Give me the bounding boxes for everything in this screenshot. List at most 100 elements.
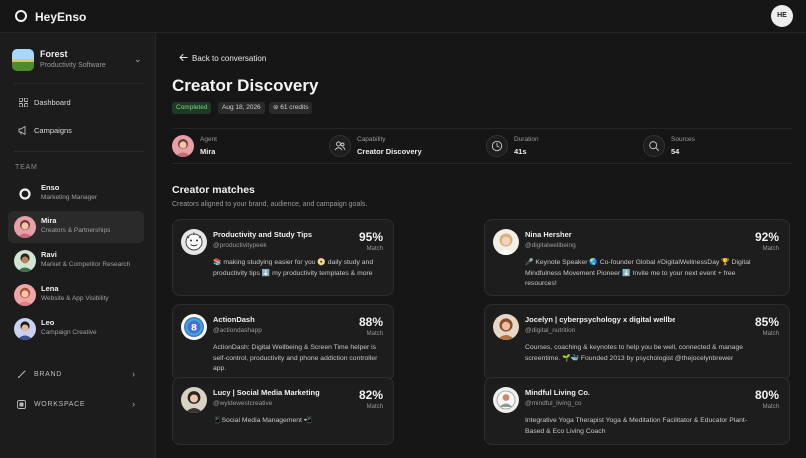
nav-label: Dashboard [34, 98, 71, 107]
meta-label: Sources [671, 136, 695, 143]
meta-label: Capability [357, 136, 386, 143]
chevron-right-icon: › [132, 399, 135, 409]
brand-group-label: BRAND [34, 371, 63, 378]
workspace-logo [12, 49, 34, 71]
match-label: Match [762, 404, 779, 410]
status-badge: Completed [172, 102, 212, 114]
creator-handle: @actiondashapp [213, 327, 262, 334]
team-member-name: Enso [41, 183, 60, 192]
credits-badge: ⊜ 61 credits [269, 102, 313, 114]
creator-description: 📱Social Media Management 📲 [213, 417, 313, 424]
ravi-avatar [14, 250, 36, 272]
nav-campaigns[interactable]: Campaigns [8, 121, 148, 143]
creator-avatar [493, 314, 519, 340]
match-percent: 88% [358, 315, 383, 329]
nav-dashboard[interactable]: Dashboard [8, 93, 148, 115]
creator-avatar: 8 [181, 314, 207, 340]
team-member-name: Lena [41, 284, 59, 293]
creator-card[interactable]: Lucy | Social Media Marketing @wyldewest… [172, 377, 394, 445]
sidebar: Forest Productivity Software ⌄ Dashboard… [0, 33, 156, 458]
meta-value: 41s [514, 147, 527, 156]
team-member-name: Leo [41, 318, 55, 327]
creator-handle: @digital_nutrition [525, 327, 576, 334]
creator-avatar [181, 229, 207, 255]
creator-description: Courses, coaching & keynotes to help you… [525, 344, 744, 362]
creator-handle: @digitalwellbeing [525, 242, 576, 249]
svg-text:8: 8 [191, 324, 197, 334]
creator-name: Mindful Living Co. [525, 388, 590, 397]
meta-value: Mira [200, 147, 216, 156]
creator-card[interactable]: 8 ActionDash @actiondashapp 88% Match Ac… [172, 304, 394, 381]
team-member-lena[interactable]: Lena Website & App Visibility [8, 279, 144, 311]
team-member-enso[interactable]: Enso Marketing Manager [8, 178, 144, 210]
top-bar: HeyEnso HE [0, 0, 806, 33]
workspace-switcher[interactable]: Forest Productivity Software ⌄ [8, 43, 148, 79]
credits-text: 61 credits [280, 104, 309, 111]
match-percent: 85% [754, 315, 779, 329]
creator-handle: @productivitypeek [213, 242, 267, 249]
mira-avatar [14, 216, 36, 238]
chevron-down-icon: ⌄ [134, 54, 142, 64]
workspace-group-toggle[interactable]: WORKSPACE › [8, 394, 148, 416]
user-avatar[interactable]: HE [771, 5, 793, 27]
creator-card[interactable]: Nina Hersher @digitalwellbeing 92% Match… [484, 219, 790, 296]
workspace-subtitle: Productivity Software [40, 62, 106, 69]
workspace-icon [17, 400, 26, 411]
team-member-role: Campaign Creative [41, 329, 97, 336]
match-percent: 80% [754, 388, 779, 402]
section-subtitle: Creators aligned to your brand, audience… [172, 201, 368, 208]
creator-description: 🎤 Keynote Speaker 🌏 Co-founder Global #D… [525, 259, 751, 287]
grid-icon [18, 97, 28, 108]
back-to-conversation-link[interactable]: Back to conversation [192, 54, 266, 63]
arrow-left-icon[interactable] [179, 53, 188, 64]
section-title: Creator matches [172, 184, 255, 196]
creator-handle: @wyldewestcreative [213, 400, 273, 407]
match-percent: 95% [358, 230, 383, 244]
brand-group-toggle[interactable]: BRAND › [8, 364, 148, 386]
team-member-leo[interactable]: Leo Campaign Creative [8, 313, 144, 345]
leo-avatar [14, 318, 36, 340]
creator-handle: @mindful_living_co [525, 400, 582, 407]
creator-description: Integrative Yoga Therapist Yoga & Medita… [525, 417, 748, 435]
meta-value: Creator Discovery [357, 147, 422, 156]
team-member-role: Marketing Manager [41, 194, 97, 201]
team-member-role: Market & Competitor Research [41, 261, 131, 268]
page-title: Creator Discovery [172, 76, 319, 95]
creator-avatar [181, 387, 207, 413]
app-logo-icon[interactable] [15, 10, 27, 22]
match-percent: 92% [754, 230, 779, 244]
brush-icon [17, 370, 26, 381]
creator-name: ActionDash [213, 315, 255, 324]
meta-label: Duration [514, 136, 539, 143]
match-label: Match [366, 404, 383, 410]
main-content: Back to conversation Creator Discovery C… [157, 33, 806, 458]
run-meta-row: Agent Mira Capability Creator Discovery … [172, 128, 792, 164]
team-member-role: Website & App Visibility [41, 295, 109, 302]
team-member-mira[interactable]: Mira Creators & Partnerships [8, 211, 144, 243]
match-percent: 82% [358, 388, 383, 402]
lena-avatar [14, 284, 36, 306]
mira-avatar [172, 135, 194, 157]
creator-name: Productivity and Study Tips [213, 230, 313, 239]
team-member-ravi[interactable]: Ravi Market & Competitor Research [8, 245, 144, 277]
divider [14, 151, 144, 152]
people-icon [329, 135, 351, 157]
creator-avatar [493, 387, 519, 413]
megaphone-icon [18, 126, 28, 136]
team-member-role: Creators & Partnerships [41, 227, 111, 234]
search-icon [643, 135, 665, 157]
match-label: Match [366, 246, 383, 252]
match-label: Match [762, 331, 779, 337]
creator-card[interactable]: Jocelyn | cyberpsychology x digital well… [484, 304, 790, 381]
creator-description: 📚 making studying easier for you 📀 daily… [213, 259, 374, 277]
creator-card[interactable]: Productivity and Study Tips @productivit… [172, 219, 394, 296]
creator-avatar [493, 229, 519, 255]
meta-value: 54 [671, 147, 680, 156]
creator-name: Nina Hersher [525, 230, 572, 239]
chevron-right-icon: › [132, 369, 135, 379]
workspace-group-label: WORKSPACE [34, 401, 86, 408]
app-name[interactable]: HeyEnso [35, 10, 86, 24]
date-badge: Aug 18, 2026 [218, 102, 265, 114]
clock-icon [486, 135, 508, 157]
creator-card[interactable]: Mindful Living Co. @mindful_living_co 80… [484, 377, 790, 445]
